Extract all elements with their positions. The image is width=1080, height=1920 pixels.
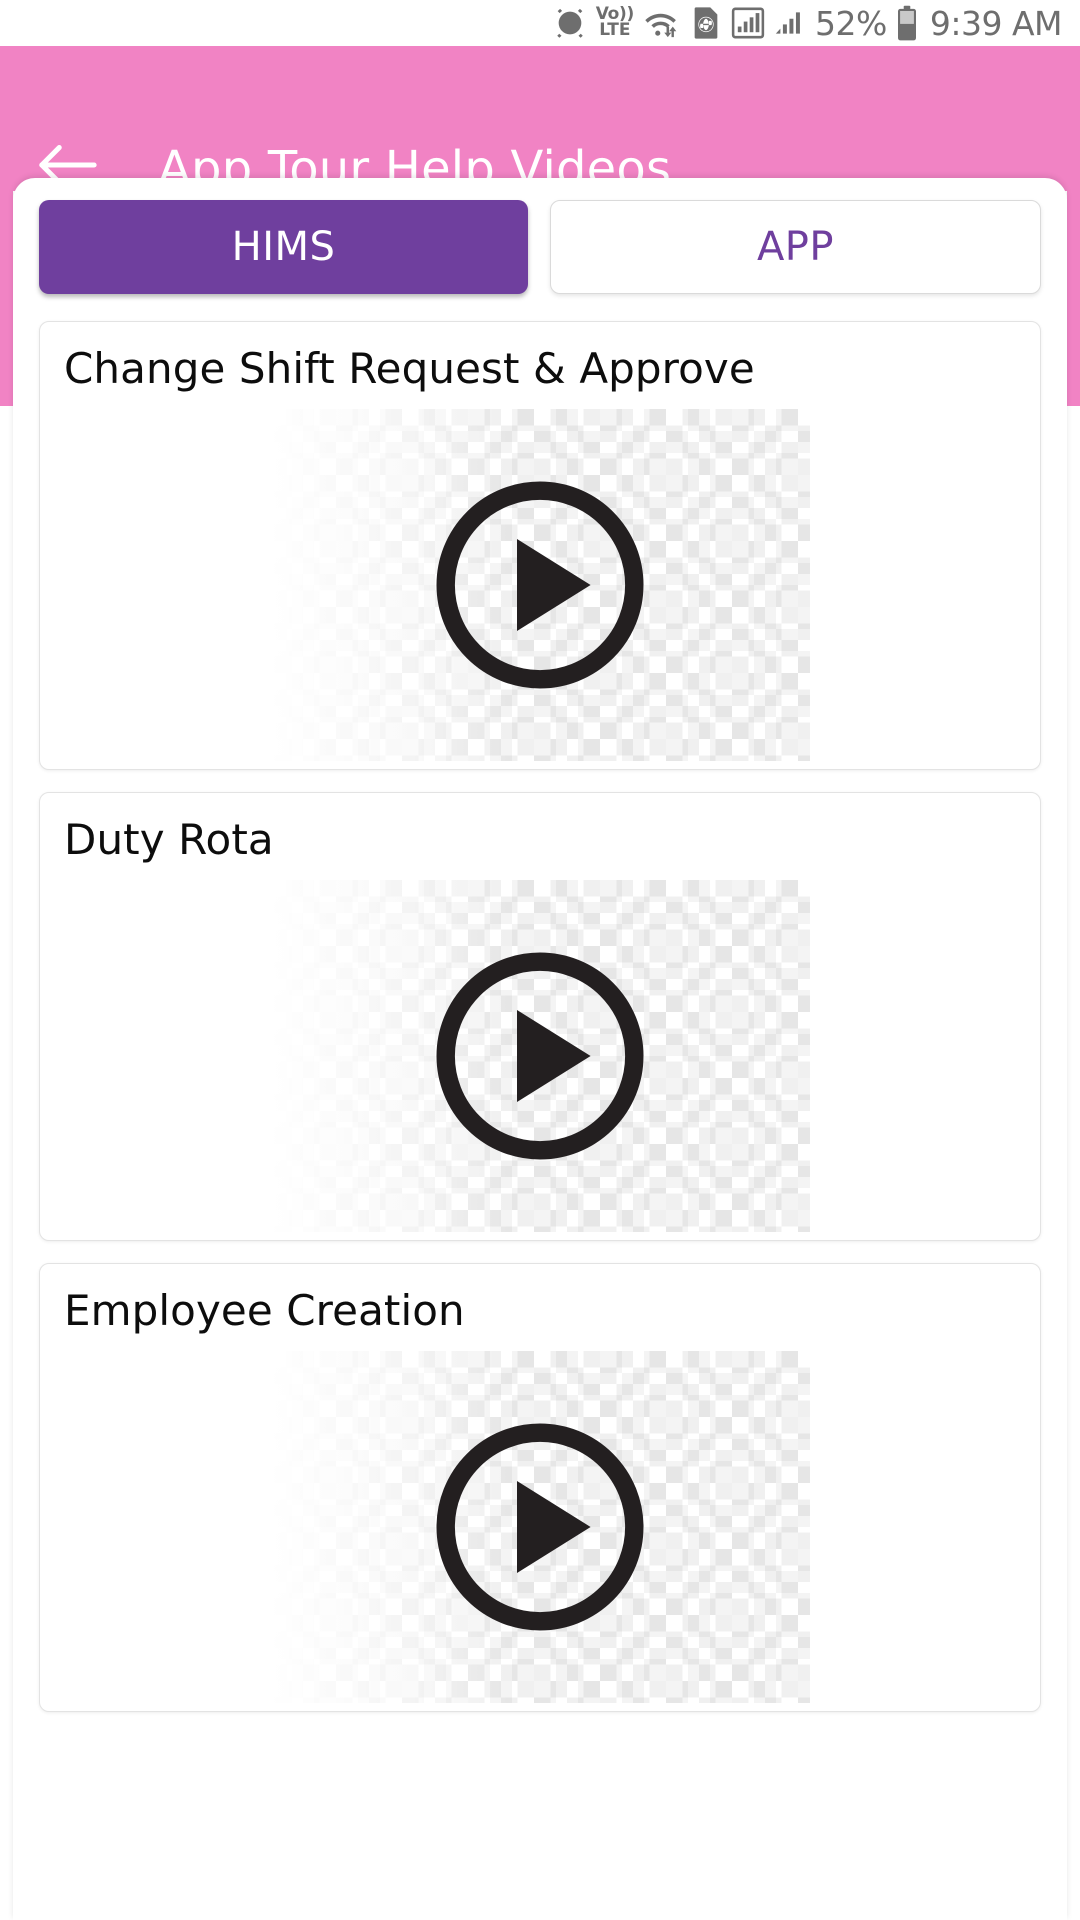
video-card[interactable]: Employee Creation xyxy=(39,1263,1041,1712)
video-thumbnail[interactable] xyxy=(270,409,810,761)
tab-app-label: APP xyxy=(756,224,835,270)
wifi-icon xyxy=(643,6,681,40)
tab-hims[interactable]: HIMS xyxy=(39,200,528,294)
play-circle-icon[interactable] xyxy=(425,941,655,1171)
video-card[interactable]: Duty Rota xyxy=(39,792,1041,1241)
status-bar: Vo)) LTE 52% 9:39 AM xyxy=(0,0,1080,46)
video-thumbnail-wrap xyxy=(40,880,1040,1232)
tab-hims-label: HIMS xyxy=(231,224,336,270)
signal-sim1-icon xyxy=(731,6,765,40)
video-title: Change Shift Request & Approve xyxy=(64,344,755,393)
content-sheet: HIMS APP Change Shift Request & Approve xyxy=(13,178,1067,1920)
play-circle-icon[interactable] xyxy=(425,470,655,700)
video-title: Employee Creation xyxy=(64,1286,465,1335)
app-screen: Vo)) LTE 52% 9:39 AM App Tour Help Video… xyxy=(0,0,1080,1920)
video-thumbnail[interactable] xyxy=(270,1351,810,1703)
signal-sim2-icon xyxy=(774,6,806,40)
video-card[interactable]: Change Shift Request & Approve xyxy=(39,321,1041,770)
video-thumbnail-wrap xyxy=(40,1351,1040,1703)
sim-globe-icon xyxy=(690,6,722,40)
volte-icon: Vo)) LTE xyxy=(596,6,635,40)
video-title: Duty Rota xyxy=(64,815,274,864)
video-thumbnail-wrap xyxy=(40,409,1040,761)
battery-percent-label: 52% xyxy=(814,3,887,43)
video-list: Change Shift Request & Approve Duty Rota… xyxy=(39,321,1041,1712)
pink-rail-left xyxy=(0,191,13,406)
pink-rail-right xyxy=(1067,191,1080,406)
play-circle-icon[interactable] xyxy=(425,1412,655,1642)
battery-icon xyxy=(896,5,918,41)
app-bar: App Tour Help Videos xyxy=(0,46,1080,197)
clock-label: 9:39 AM xyxy=(929,3,1063,43)
tab-app[interactable]: APP xyxy=(550,200,1041,294)
alarm-icon xyxy=(553,6,587,40)
tab-bar: HIMS APP xyxy=(39,200,1041,294)
video-thumbnail[interactable] xyxy=(270,880,810,1232)
volte-line-2: LTE xyxy=(599,20,631,40)
